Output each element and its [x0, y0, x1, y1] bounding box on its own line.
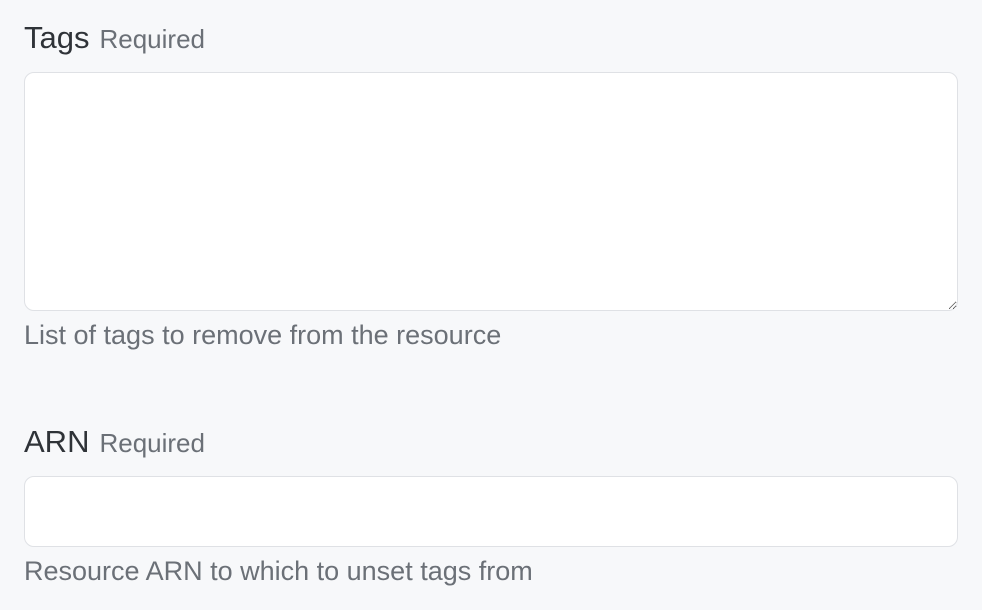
tags-textarea[interactable] — [24, 72, 958, 311]
tags-field: Tags Required List of tags to remove fro… — [24, 18, 958, 353]
tags-help-text: List of tags to remove from the resource — [24, 320, 502, 350]
form: Tags Required List of tags to remove fro… — [0, 0, 982, 610]
tags-label-row: Tags Required — [24, 18, 958, 58]
arn-label-row: ARN Required — [24, 422, 958, 462]
arn-required-indicator: Required — [99, 428, 205, 458]
arn-label: ARN — [24, 424, 90, 459]
arn-input[interactable] — [24, 476, 958, 547]
arn-field: ARN Required Resource ARN to which to un… — [24, 422, 958, 589]
tags-required-indicator: Required — [99, 24, 205, 54]
tags-label: Tags — [24, 20, 90, 55]
arn-help-text: Resource ARN to which to unset tags from — [24, 556, 533, 586]
